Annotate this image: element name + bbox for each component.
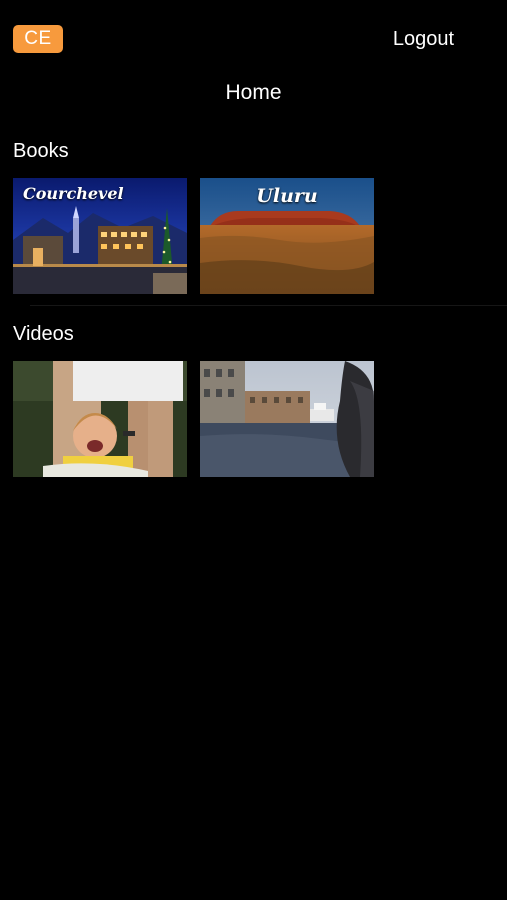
video-1-image [13, 361, 187, 477]
page-title: Home [225, 81, 282, 104]
book-title-uluru: Uluru [256, 185, 318, 207]
books-row: Courchevel Uluru [13, 178, 374, 294]
logout-button[interactable]: Logout [393, 27, 454, 51]
video-2-image [200, 361, 374, 477]
user-avatar-badge[interactable]: CE [13, 25, 63, 53]
section-title-videos: Videos [13, 323, 74, 345]
section-title-books: Books [13, 140, 69, 162]
video-thumbnail-2[interactable] [200, 361, 374, 477]
book-thumbnail-uluru[interactable]: Uluru [200, 178, 374, 294]
section-divider [30, 305, 507, 306]
top-bar: CE Logout [0, 0, 507, 80]
videos-row [13, 361, 374, 477]
book-thumbnail-courchevel[interactable]: Courchevel [13, 178, 187, 294]
book-title-courchevel: Courchevel [23, 184, 124, 203]
video-thumbnail-1[interactable] [13, 361, 187, 477]
